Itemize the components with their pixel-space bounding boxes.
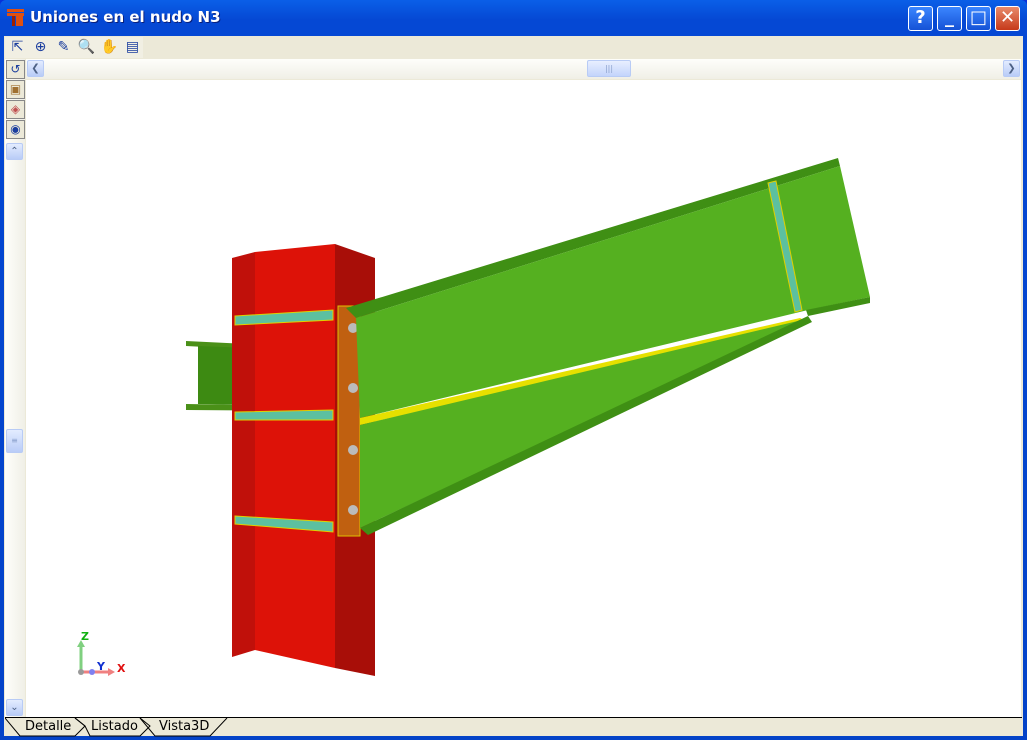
tab-detalle[interactable]: Detalle (21, 718, 75, 736)
minimize-button[interactable]: _ (937, 6, 962, 31)
scroll-right-button[interactable]: ❯ (1003, 60, 1020, 77)
axis-indicator: Z Y X (77, 630, 126, 676)
3d-viewport[interactable]: Z Y X (26, 80, 1021, 717)
cube-icon[interactable]: ▣ (6, 80, 25, 99)
tab-vista3d[interactable]: Vista3D (155, 718, 213, 736)
horizontal-scroll-thumb[interactable]: ||| (587, 60, 631, 77)
scroll-down-button[interactable]: ⌄ (6, 699, 23, 716)
connection-3d-model: Z Y X (77, 158, 870, 676)
window: Uniones en el nudo N3 ? _ □ ✕ ⇱ ⊕ ✎ 🔍 ✋ … (0, 0, 1027, 740)
horizontal-scrollbar[interactable]: ❮ ||| ❯ (26, 59, 1021, 79)
eye-icon[interactable]: ◉ (6, 120, 25, 139)
scroll-left-button[interactable]: ❮ (27, 60, 44, 77)
scroll-up-button[interactable]: ⌃ (6, 143, 23, 160)
cube-rotate-icon[interactable]: ◈ (6, 100, 25, 119)
window-title: Uniones en el nudo N3 (30, 8, 221, 26)
tab-bar: Detalle Listado Vista3D (5, 717, 1022, 737)
rotate-icon[interactable]: ↺ (6, 60, 25, 79)
app-icon (7, 9, 24, 26)
main-beam (346, 158, 870, 535)
client-area: ⇱ ⊕ ✎ 🔍 ✋ ▤ ❮ ||| ❯ ↺ ▣ ◈ ◉ ⌃ ≡ ⌄ Z Y X … (4, 36, 1023, 737)
close-button[interactable]: ✕ (995, 6, 1020, 31)
select-icon[interactable]: ⇱ (7, 37, 28, 57)
axis-z-label: Z (81, 630, 89, 643)
zoom-all-icon[interactable]: ⊕ (30, 37, 51, 57)
pencil-icon[interactable]: ✎ (53, 37, 74, 57)
vertical-scroll-thumb[interactable]: ≡ (6, 429, 23, 453)
toolbar: ⇱ ⊕ ✎ 🔍 ✋ ▤ (5, 37, 143, 58)
help-button[interactable]: ? (908, 6, 933, 31)
axis-x-label: X (117, 662, 126, 675)
tab-listado[interactable]: Listado (87, 718, 142, 736)
zoom-window-icon[interactable]: 🔍 (76, 37, 97, 57)
pan-hand-icon[interactable]: ✋ (99, 37, 120, 57)
vertical-toolbar-scrollbar[interactable]: ↺ ▣ ◈ ◉ ⌃ ≡ ⌄ (5, 59, 25, 717)
export-icon[interactable]: ▤ (122, 37, 143, 57)
axis-y-label: Y (96, 660, 106, 673)
maximize-button[interactable]: □ (966, 6, 991, 31)
end-plate (337, 305, 361, 537)
